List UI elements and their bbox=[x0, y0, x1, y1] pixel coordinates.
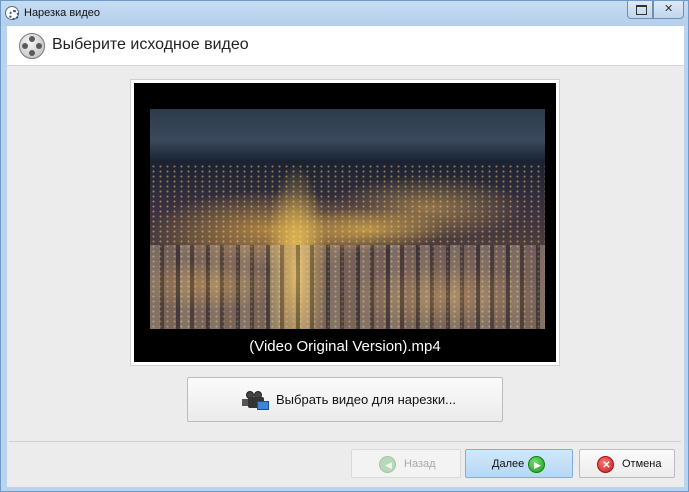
app-window: Нарезка видео Выберите исходное видео (V… bbox=[0, 0, 689, 492]
window-title: Нарезка видео bbox=[24, 7, 100, 19]
video-thumbnail bbox=[150, 109, 545, 329]
page-header: Выберите исходное видео bbox=[7, 26, 684, 66]
select-video-label: Выбрать видео для нарезки... bbox=[276, 392, 456, 407]
close-button[interactable] bbox=[653, 1, 684, 19]
back-button[interactable]: Назад bbox=[351, 449, 461, 478]
back-label: Назад bbox=[404, 458, 436, 470]
preview-background: (Video Original Version).mp4 bbox=[134, 83, 556, 362]
video-camera-icon bbox=[242, 391, 270, 411]
content-area: Выберите исходное видео (Video Original … bbox=[7, 26, 684, 487]
cancel-label: Отмена bbox=[622, 458, 662, 470]
arrow-right-icon bbox=[528, 456, 546, 474]
next-button[interactable]: Далее bbox=[465, 449, 573, 478]
arrow-left-icon bbox=[379, 456, 397, 474]
video-filename: (Video Original Version).mp4 bbox=[249, 338, 441, 355]
title-bar[interactable]: Нарезка видео bbox=[1, 1, 688, 26]
select-video-button[interactable]: Выбрать видео для нарезки... bbox=[187, 377, 503, 422]
video-preview: (Video Original Version).mp4 bbox=[130, 79, 560, 366]
cancel-button[interactable]: Отмена bbox=[579, 449, 675, 478]
page-title: Выберите исходное видео bbox=[52, 36, 249, 53]
film-reel-icon bbox=[19, 33, 45, 59]
maximize-button[interactable] bbox=[627, 1, 653, 19]
next-label: Далее bbox=[492, 458, 525, 470]
cancel-icon bbox=[597, 456, 615, 474]
film-reel-icon bbox=[5, 6, 19, 20]
footer-divider bbox=[9, 441, 681, 442]
